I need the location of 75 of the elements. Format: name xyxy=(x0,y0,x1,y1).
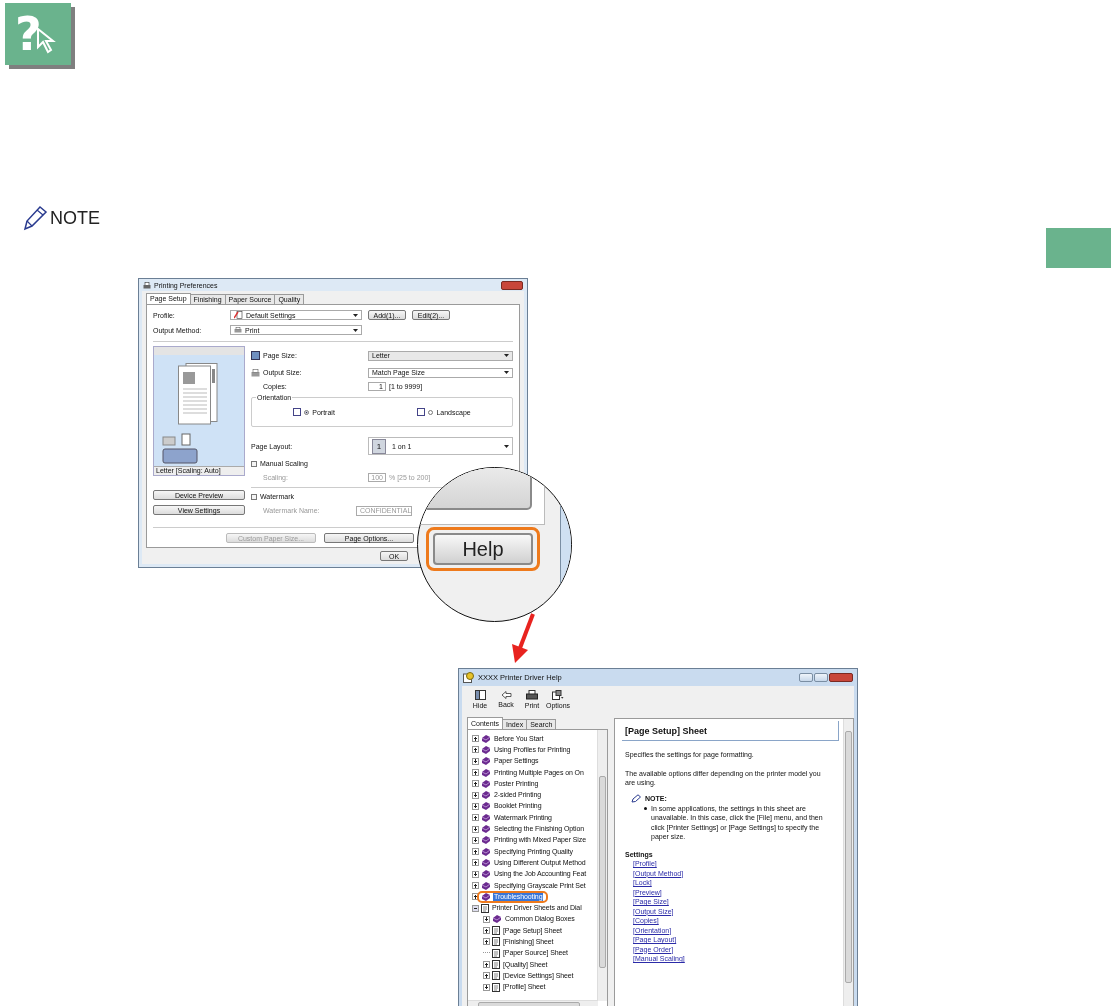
printer-icon xyxy=(234,327,242,333)
expand-icon[interactable] xyxy=(472,893,479,901)
book-icon xyxy=(481,791,491,800)
expand-icon[interactable] xyxy=(472,735,479,743)
dropdown-arrow-icon xyxy=(504,371,509,374)
expand-icon[interactable] xyxy=(483,938,490,946)
printer-icon xyxy=(526,690,538,700)
highlight-ring xyxy=(477,890,549,903)
topic-heading: [Page Setup] Sheet xyxy=(622,721,839,741)
panel-icon xyxy=(474,690,486,700)
printer-drawing xyxy=(162,433,198,465)
book-icon xyxy=(481,858,491,867)
bullet-icon xyxy=(644,806,647,810)
book-icon xyxy=(481,757,491,766)
expand-icon[interactable] xyxy=(472,836,479,844)
expand-icon[interactable] xyxy=(472,859,479,867)
checkbox[interactable] xyxy=(251,493,257,500)
dropdown-arrow-icon xyxy=(504,354,509,357)
book-icon xyxy=(481,881,491,890)
expand-icon[interactable] xyxy=(483,972,490,980)
expand-icon[interactable] xyxy=(472,769,479,777)
book-icon xyxy=(481,870,491,879)
layout-badge: 1 xyxy=(372,438,386,454)
book-icon xyxy=(481,734,491,743)
page-preview-drawing xyxy=(178,363,218,425)
expand-icon[interactable] xyxy=(472,825,479,833)
expand-icon[interactable] xyxy=(472,780,479,788)
dropdown-arrow-icon xyxy=(504,444,509,448)
expand-icon[interactable] xyxy=(483,927,490,935)
expand-icon[interactable] xyxy=(472,882,479,889)
orientation-icon xyxy=(293,408,302,416)
checkbox[interactable] xyxy=(251,460,257,467)
expand-icon[interactable] xyxy=(472,757,479,765)
back-arrow-icon xyxy=(500,691,512,699)
book-icon xyxy=(481,825,491,833)
book-icon xyxy=(481,847,491,856)
page-size-icon xyxy=(251,351,260,360)
close-button[interactable] xyxy=(501,280,523,290)
minimize-button[interactable] xyxy=(799,673,813,682)
expand-icon[interactable] xyxy=(472,802,479,810)
book-icon xyxy=(481,813,491,822)
expand-icon[interactable] xyxy=(472,848,479,856)
scrollbar[interactable] xyxy=(843,719,853,1006)
radio-button[interactable] xyxy=(304,409,310,415)
expand-icon[interactable] xyxy=(483,961,490,969)
options-icon xyxy=(552,690,564,700)
pencil-icon xyxy=(631,793,642,803)
book-icon xyxy=(481,836,491,845)
expand-icon[interactable] xyxy=(472,746,479,754)
orientation-icon xyxy=(417,408,426,416)
scrollbar[interactable] xyxy=(597,730,607,1001)
expand-icon[interactable] xyxy=(472,791,479,799)
note-label: NOTE xyxy=(50,208,100,229)
expand-icon[interactable] xyxy=(483,983,490,991)
help-button[interactable]: Help xyxy=(433,533,533,565)
pencil-icon xyxy=(22,204,48,232)
expand-icon[interactable] xyxy=(483,915,490,923)
book-icon xyxy=(481,802,491,811)
question-mark: ? xyxy=(15,11,42,57)
printer-icon xyxy=(143,281,151,289)
collapse-icon[interactable] xyxy=(472,904,479,912)
help-icon xyxy=(463,672,474,683)
book-icon xyxy=(492,915,502,924)
book-icon xyxy=(481,745,491,754)
expand-icon[interactable] xyxy=(472,814,479,822)
printer-icon xyxy=(251,368,260,377)
book-icon xyxy=(481,892,491,901)
dropdown-arrow-icon xyxy=(353,328,358,332)
document-icon xyxy=(481,903,489,913)
expand-icon[interactable] xyxy=(472,870,479,878)
dropdown-arrow-icon xyxy=(353,313,358,317)
radio-button[interactable] xyxy=(428,409,434,415)
book-icon xyxy=(481,768,491,777)
maximize-button[interactable] xyxy=(814,673,828,682)
book-icon xyxy=(481,779,491,788)
